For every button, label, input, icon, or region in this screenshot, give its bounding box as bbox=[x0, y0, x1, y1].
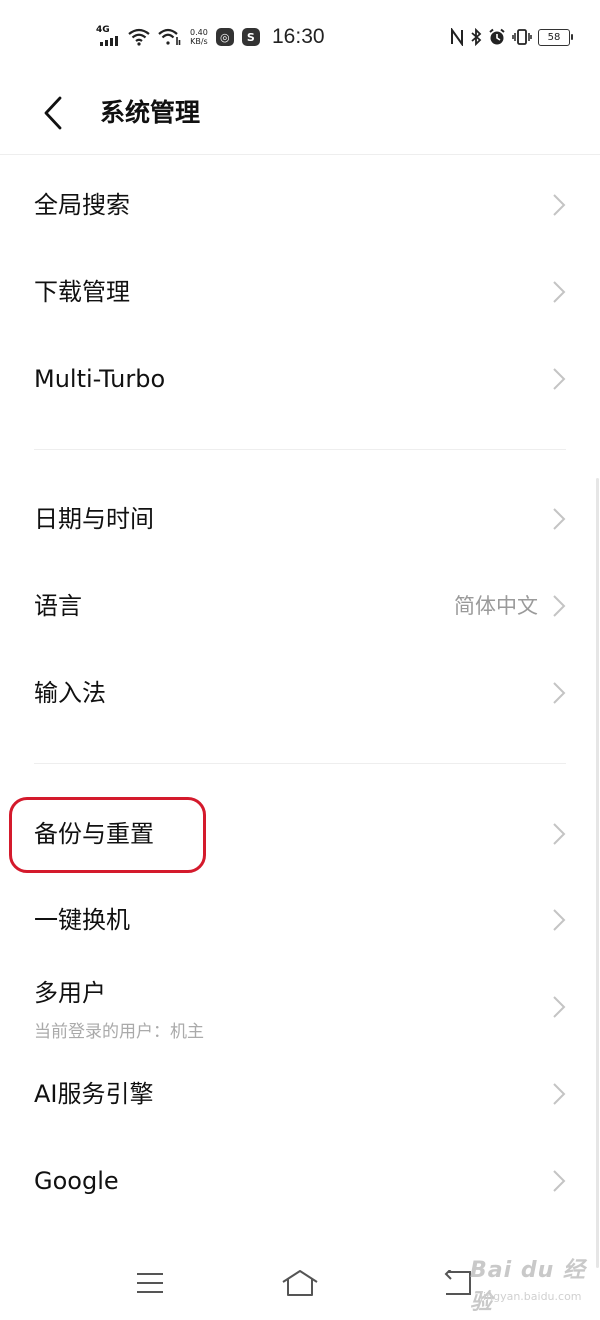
battery-icon: 58 bbox=[538, 28, 573, 46]
watermark-url: jingyan.baidu.com bbox=[480, 1290, 582, 1303]
settings-item-download-manager[interactable]: 下载管理 bbox=[0, 249, 600, 335]
battery-level: 58 bbox=[547, 31, 561, 43]
settings-item-label: AI服务引擎 bbox=[34, 1080, 154, 1108]
home-button[interactable] bbox=[280, 1268, 320, 1298]
network-speed: 0.40 KB/s bbox=[190, 28, 208, 46]
page-title: 系统管理 bbox=[100, 98, 201, 127]
settings-item-label: 日期与时间 bbox=[34, 505, 154, 533]
wifi-data-icon bbox=[158, 28, 182, 46]
back-button[interactable] bbox=[40, 94, 70, 132]
network-type: 4G bbox=[96, 25, 110, 35]
settings-item-label: 全局搜索 bbox=[34, 191, 130, 219]
settings-item-label: 多用户 bbox=[34, 979, 106, 1007]
settings-item-global-search[interactable]: 全局搜索 bbox=[0, 162, 600, 248]
scrollbar[interactable] bbox=[596, 478, 599, 1268]
settings-item-phone-clone[interactable]: 一键换机 bbox=[0, 877, 600, 963]
status-bar: 4G 0.40 KB/s ◎ S 16:30 58 bbox=[0, 0, 600, 72]
settings-item-multi-user[interactable]: 多用户 当前登录的用户：机主 bbox=[0, 964, 600, 1050]
chevron-right-icon bbox=[553, 909, 566, 931]
signal-icon: 4G bbox=[96, 26, 120, 48]
settings-item-date-time[interactable]: 日期与时间 bbox=[0, 476, 600, 562]
section-divider bbox=[34, 449, 566, 450]
settings-item-ai-engine[interactable]: AI服务引擎 bbox=[0, 1051, 600, 1137]
menu-icon bbox=[137, 1273, 163, 1293]
settings-item-subtitle: 当前登录的用户：机主 bbox=[34, 1022, 204, 1042]
chevron-right-icon bbox=[553, 996, 566, 1018]
speed-unit: KB/s bbox=[190, 37, 208, 46]
settings-item-label: Google bbox=[34, 1167, 119, 1195]
chevron-right-icon bbox=[553, 194, 566, 216]
alarm-icon bbox=[488, 28, 506, 46]
status-right-icons: 58 bbox=[450, 22, 573, 52]
chevron-right-icon bbox=[553, 508, 566, 530]
settings-item-value: 简体中文 bbox=[454, 594, 538, 618]
wifi-icon bbox=[128, 28, 150, 46]
chevron-right-icon bbox=[553, 1170, 566, 1192]
home-icon bbox=[282, 1270, 318, 1296]
settings-item-label: 下载管理 bbox=[34, 278, 130, 306]
settings-item-label: 语言 bbox=[34, 592, 82, 620]
menu-button[interactable] bbox=[136, 1272, 164, 1294]
watermark: Bai du 经验 bbox=[470, 1258, 586, 1315]
chevron-right-icon bbox=[553, 682, 566, 704]
chevron-right-icon bbox=[553, 368, 566, 390]
speed-value: 0.40 bbox=[190, 28, 208, 37]
nfc-icon bbox=[450, 28, 464, 46]
settings-item-input-method[interactable]: 输入法 bbox=[0, 650, 600, 736]
status-time: 16:30 bbox=[272, 25, 325, 48]
sync-icon: S bbox=[241, 28, 260, 46]
settings-item-language[interactable]: 语言 简体中文 bbox=[0, 563, 600, 649]
bluetooth-icon bbox=[470, 28, 482, 46]
app-header: 系统管理 bbox=[0, 72, 600, 154]
settings-item-label: 一键换机 bbox=[34, 906, 130, 934]
chevron-left-icon bbox=[44, 96, 62, 130]
chevron-right-icon bbox=[553, 823, 566, 845]
settings-item-label: Multi-Turbo bbox=[34, 365, 166, 393]
settings-item-multi-turbo[interactable]: Multi-Turbo bbox=[0, 336, 600, 422]
header-divider bbox=[0, 154, 600, 155]
settings-item-label: 输入法 bbox=[34, 679, 106, 707]
app-notification-icon: ◎ bbox=[215, 28, 234, 46]
chevron-right-icon bbox=[553, 281, 566, 303]
vibrate-icon bbox=[512, 28, 532, 46]
highlight-annotation bbox=[9, 797, 206, 873]
settings-item-google[interactable]: Google bbox=[0, 1138, 600, 1224]
status-left-icons: 4G 0.40 KB/s ◎ S bbox=[96, 22, 260, 52]
chevron-right-icon bbox=[553, 595, 566, 617]
section-divider bbox=[34, 763, 566, 764]
chevron-right-icon bbox=[553, 1083, 566, 1105]
